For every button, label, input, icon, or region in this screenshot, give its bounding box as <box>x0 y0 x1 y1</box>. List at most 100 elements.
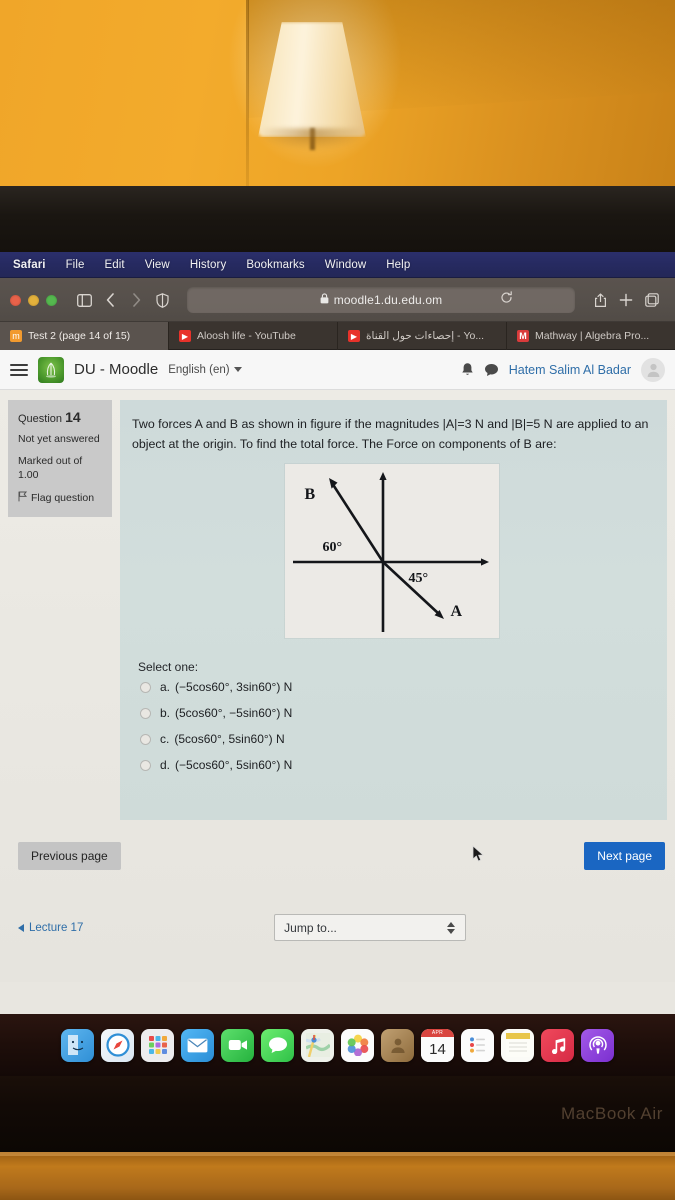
question-number: 14 <box>65 409 81 425</box>
radio-button[interactable] <box>140 681 151 693</box>
marked-out-of-label: Marked out of <box>18 455 83 468</box>
answer-option-d[interactable]: d. (−5cos60°, 5sin60°) N <box>140 758 651 772</box>
back-chevron-icon[interactable] <box>97 287 123 313</box>
chevron-down-icon <box>233 367 242 372</box>
option-key: b. <box>160 706 171 721</box>
dock-app-photos[interactable] <box>341 1028 374 1062</box>
menu-item-edit[interactable]: Edit <box>96 257 134 273</box>
youtube-icon: ▶ <box>348 330 360 342</box>
language-selector[interactable]: English (en) <box>168 364 242 376</box>
radio-button[interactable] <box>140 759 151 771</box>
previous-activity-link[interactable]: Lecture 17 <box>18 922 83 934</box>
option-text: (−5cos60°, 3sin60°) N <box>175 680 293 695</box>
url-text: moodle1.du.edu.om <box>333 293 443 307</box>
menu-item-window[interactable]: Window <box>316 257 376 273</box>
marks-value: 1.00 <box>18 469 39 482</box>
question-info-panel: Question 14 Not yet answered Marked out … <box>8 400 112 517</box>
option-key: d. <box>160 758 171 773</box>
select-one-prompt: Select one: <box>138 660 199 675</box>
tab-youtube-analytics[interactable]: ▶ إحصاءات حول القناة - Yo... <box>338 322 507 350</box>
dock-app-reminders[interactable] <box>461 1028 494 1062</box>
dock-app-facetime[interactable] <box>221 1028 254 1062</box>
force-vector-diagram: B A 60° 45° <box>284 464 499 639</box>
option-key: a. <box>160 680 171 695</box>
minimize-window-button[interactable] <box>28 294 39 306</box>
answer-option-b[interactable]: b. (5cos60°, −5sin60°) N <box>140 706 651 720</box>
question-status: Not yet answered <box>18 433 100 445</box>
previous-page-button[interactable]: Previous page <box>18 842 121 870</box>
user-avatar[interactable] <box>641 357 665 382</box>
lock-icon <box>320 291 329 309</box>
flag-question-button[interactable]: Flag question <box>18 491 104 506</box>
diagram-svg <box>292 472 489 633</box>
dock-app-contacts[interactable] <box>381 1028 414 1062</box>
quiz-page: Question 14 Not yet answered Marked out … <box>0 390 675 982</box>
browser-tab-bar: m Test 2 (page 14 of 15) ▶ Aloosh life -… <box>0 322 675 350</box>
select-arrows-icon <box>447 921 456 934</box>
laptop-top-bezel <box>0 186 675 404</box>
tab-mathway[interactable]: M Mathway | Algebra Pro... <box>507 322 675 350</box>
window-controls <box>10 294 57 306</box>
flag-question-label: Flag question <box>31 491 95 504</box>
privacy-shield-icon[interactable] <box>149 287 175 313</box>
jump-to-select[interactable]: Jump to... <box>274 914 467 941</box>
close-window-button[interactable] <box>10 294 21 306</box>
tab-aloosh-life-youtube[interactable]: ▶ Aloosh life - YouTube <box>169 322 338 350</box>
address-bar-content: moodle1.du.edu.om <box>320 291 443 309</box>
answer-option-c[interactable]: c. (5cos60°, 5sin60°) N <box>140 732 651 746</box>
moodle-navbar: DU - Moodle English (en) Hatem Salim Al … <box>0 350 675 390</box>
dock-app-mail[interactable] <box>181 1028 214 1062</box>
menu-item-safari[interactable]: Safari <box>4 257 55 273</box>
sidebar-icon[interactable] <box>71 287 97 313</box>
question-number-row: Question 14 <box>18 409 104 425</box>
vector-b-label: B <box>304 486 316 504</box>
dhofar-university-logo <box>38 356 64 383</box>
dock-app-notes[interactable] <box>501 1028 534 1062</box>
tab-overview-icon[interactable] <box>639 287 665 313</box>
radio-button[interactable] <box>140 733 151 745</box>
dock-app-finder[interactable] <box>61 1028 94 1062</box>
reload-icon[interactable] <box>500 291 513 309</box>
tab-title: Aloosh life - YouTube <box>197 330 296 342</box>
angle-b-label: 60° <box>322 540 343 556</box>
dock-app-podcasts[interactable] <box>581 1028 614 1062</box>
course-navigation-row: Lecture 17 Jump to... <box>0 914 675 941</box>
question-number-label: Question <box>18 413 63 425</box>
dock-app-calendar[interactable]: APR 14 <box>421 1028 454 1062</box>
dock-app-messages[interactable] <box>261 1028 294 1062</box>
menu-item-file[interactable]: File <box>57 257 94 273</box>
menu-item-history[interactable]: History <box>181 257 235 273</box>
safari-toolbar: moodle1.du.edu.om <box>0 278 675 322</box>
macos-menu-bar: Safari File Edit View History Bookmarks … <box>0 252 675 278</box>
menu-item-view[interactable]: View <box>136 257 179 273</box>
flag-icon <box>18 491 28 506</box>
room-background <box>0 0 675 196</box>
plus-icon[interactable] <box>613 287 639 313</box>
dock-app-music[interactable] <box>541 1028 574 1062</box>
laptop-screen: Safari File Edit View History Bookmarks … <box>0 252 675 1102</box>
answer-options-list: a. (−5cos60°, 3sin60°) N b. (5cos60°, −5… <box>140 680 651 772</box>
answer-option-a[interactable]: a. (−5cos60°, 3sin60°) N <box>140 680 651 694</box>
dock-app-maps[interactable] <box>301 1028 334 1062</box>
messages-bubble-icon[interactable] <box>484 363 499 377</box>
share-icon[interactable] <box>587 287 613 313</box>
next-page-button[interactable]: Next page <box>584 842 665 870</box>
menu-item-bookmarks[interactable]: Bookmarks <box>237 257 313 273</box>
option-text: (5cos60°, 5sin60°) N <box>174 732 285 747</box>
user-name[interactable]: Hatem Salim Al Badar <box>509 363 631 377</box>
menu-item-help[interactable]: Help <box>377 257 419 273</box>
radio-button[interactable] <box>140 707 151 719</box>
dock-app-launchpad[interactable] <box>141 1028 174 1062</box>
maximize-window-button[interactable] <box>46 294 57 306</box>
tab-title: Test 2 (page 14 of 15) <box>28 330 131 342</box>
notifications-bell-icon[interactable] <box>461 362 474 377</box>
option-text: (−5cos60°, 5sin60°) N <box>175 758 293 773</box>
angle-a-label: 45° <box>408 571 429 587</box>
previous-activity-label: Lecture 17 <box>29 921 84 934</box>
address-bar[interactable]: moodle1.du.edu.om <box>187 287 575 313</box>
forward-chevron-icon[interactable] <box>123 287 149 313</box>
option-key: c. <box>160 732 170 747</box>
hamburger-menu-icon[interactable] <box>10 363 28 376</box>
tab-test-2[interactable]: m Test 2 (page 14 of 15) <box>0 322 169 350</box>
dock-app-safari[interactable] <box>101 1028 134 1062</box>
